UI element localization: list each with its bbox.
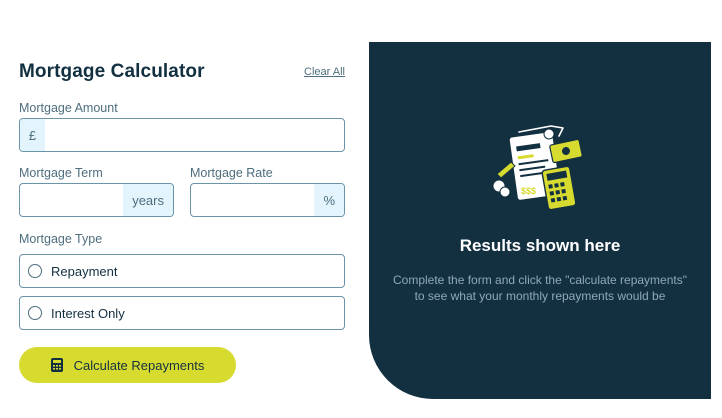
radio-option-interest-only[interactable]: Interest Only: [19, 296, 345, 330]
mortgage-amount-label: Mortgage Amount: [19, 101, 118, 115]
calculate-repayments-button[interactable]: Calculate Repayments: [19, 347, 236, 383]
mortgage-rate-label: Mortgage Rate: [190, 166, 273, 180]
results-title: Results shown here: [459, 236, 621, 255]
mortgage-term-label: Mortgage Term: [19, 166, 103, 180]
results-panel: $$$ Results shown here Complete the form…: [369, 42, 711, 399]
radio-label-repayment: Repayment: [51, 263, 118, 279]
empty-results-illustration: $$$: [491, 122, 589, 214]
mortgage-form: Mortgage Calculator Clear All Mortgage A…: [19, 56, 345, 383]
years-suffix: years: [123, 184, 173, 216]
percent-suffix: %: [314, 184, 344, 216]
mortgage-amount-input[interactable]: [45, 119, 344, 151]
mortgage-term-input[interactable]: [20, 184, 124, 216]
mortgage-rate-input-group: %: [190, 183, 345, 217]
svg-text:$$$: $$$: [521, 186, 536, 196]
calculator-icon: [50, 358, 63, 372]
mortgage-term-input-group: years: [19, 183, 174, 217]
radio-button-interest-only[interactable]: [28, 306, 42, 320]
calculate-repayments-label: Calculate Repayments: [73, 357, 205, 373]
mortgage-type-label: Mortgage Type: [19, 232, 103, 246]
mortgage-rate-field: Mortgage Rate %: [190, 166, 345, 217]
mortgage-amount-input-group: £: [19, 118, 345, 152]
form-header: Mortgage Calculator Clear All: [19, 56, 345, 88]
mortgage-type-field: Mortgage Type Repayment Interest Only: [19, 232, 345, 338]
mortgage-rate-input[interactable]: [191, 184, 315, 216]
page: Mortgage Calculator Clear All Mortgage A…: [0, 0, 722, 418]
mortgage-term-field: Mortgage Term years: [19, 166, 174, 217]
currency-prefix: £: [20, 119, 45, 151]
clear-all-link[interactable]: Clear All: [304, 66, 345, 78]
mortgage-amount-field: Mortgage Amount £: [19, 101, 345, 152]
radio-button-repayment[interactable]: [28, 264, 42, 278]
radio-label-interest-only: Interest Only: [51, 305, 125, 321]
term-rate-row: Mortgage Term years Mortgage Rate %: [19, 166, 345, 217]
page-title: Mortgage Calculator: [19, 61, 205, 82]
results-description: Complete the form and click the "calcula…: [393, 273, 687, 303]
radio-option-repayment[interactable]: Repayment: [19, 254, 345, 288]
